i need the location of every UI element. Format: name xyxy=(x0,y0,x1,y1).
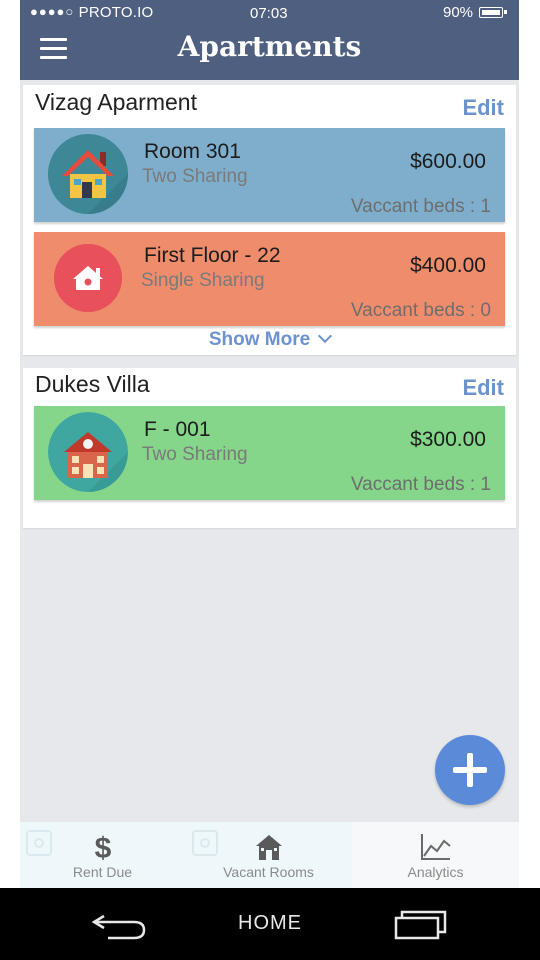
edit-apartment-button[interactable]: Edit xyxy=(462,95,504,121)
show-more-button[interactable]: Show More xyxy=(23,328,516,351)
room-card-first-floor-22[interactable]: First Floor - 22 Single Sharing $400.00 … xyxy=(34,232,505,326)
page-title: Apartments xyxy=(177,30,362,63)
tab-background-icon xyxy=(26,830,52,856)
home-button[interactable]: HOME xyxy=(0,912,540,935)
house-tab-icon xyxy=(254,832,284,867)
system-navigation-bar: HOME xyxy=(0,888,540,960)
status-carrier: ●●●●○ PROTO.IO xyxy=(30,4,153,21)
tab-rent-due[interactable]: $ Rent Due xyxy=(20,822,185,888)
line-chart-icon xyxy=(420,832,452,867)
room-name: F - 001 xyxy=(144,418,211,441)
vacant-beds: Vaccant beds : 0 xyxy=(350,300,491,321)
status-time: 07:03 xyxy=(250,5,288,22)
edit-apartment-button[interactable]: Edit xyxy=(462,375,504,401)
tab-background-icon xyxy=(192,830,218,856)
carrier-name: PROTO.IO xyxy=(78,4,154,21)
show-more-label: Show More xyxy=(208,329,311,350)
screen-margin-left xyxy=(0,0,20,888)
room-card-f-001[interactable]: F - 001 Two Sharing $300.00 Vaccant beds… xyxy=(34,406,505,500)
signal-strength-icon: ●●●●○ xyxy=(30,4,75,19)
svg-text:$: $ xyxy=(94,832,111,862)
tab-analytics[interactable]: Analytics xyxy=(352,822,519,888)
room-name: First Floor - 22 xyxy=(144,244,281,267)
add-apartment-button[interactable] xyxy=(435,735,505,805)
tab-label: Vacant Rooms xyxy=(223,864,314,880)
app-header: ●●●●○ PROTO.IO 07:03 90% Apartments xyxy=(20,0,519,80)
tab-label: Analytics xyxy=(407,864,464,880)
room-sharing-type: Two Sharing xyxy=(142,444,248,465)
vacant-beds: Vaccant beds : 1 xyxy=(350,474,491,495)
apartment-name: Dukes Villa xyxy=(35,371,150,397)
home-circle-icon xyxy=(54,244,122,312)
battery-percent: 90% xyxy=(443,4,474,21)
apartment-card-vizag: Vizag Aparment Edit Room 301 Two Sharing… xyxy=(23,85,516,355)
room-sharing-type: Two Sharing xyxy=(142,166,248,187)
vacant-beds: Vaccant beds : 1 xyxy=(350,196,491,217)
tab-label: Rent Due xyxy=(72,864,133,880)
room-sharing-type: Single Sharing xyxy=(141,270,265,291)
chevron-down-icon xyxy=(318,328,333,344)
room-price: $400.00 xyxy=(410,254,486,277)
bottom-tab-bar: $ Rent Due Vacant Rooms Analytics xyxy=(20,822,519,888)
room-name: Room 301 xyxy=(144,140,241,163)
tab-vacant-rooms[interactable]: Vacant Rooms xyxy=(186,822,351,888)
house-icon xyxy=(48,134,128,214)
apartment-card-dukes-villa: Dukes Villa Edit F - 001 Two Sharing $30… xyxy=(23,368,516,528)
room-card-room-301[interactable]: Room 301 Two Sharing $600.00 Vaccant bed… xyxy=(34,128,505,222)
dollar-icon: $ xyxy=(93,832,113,867)
room-price: $600.00 xyxy=(410,150,486,173)
apartment-name: Vizag Aparment xyxy=(35,89,197,115)
screen-margin-right xyxy=(519,0,540,888)
building-icon xyxy=(48,412,128,492)
app-screen: ●●●●○ PROTO.IO 07:03 90% Apartments Viza… xyxy=(20,0,519,888)
battery-icon xyxy=(479,7,507,18)
room-price: $300.00 xyxy=(410,428,486,451)
recent-apps-icon[interactable] xyxy=(393,908,449,947)
